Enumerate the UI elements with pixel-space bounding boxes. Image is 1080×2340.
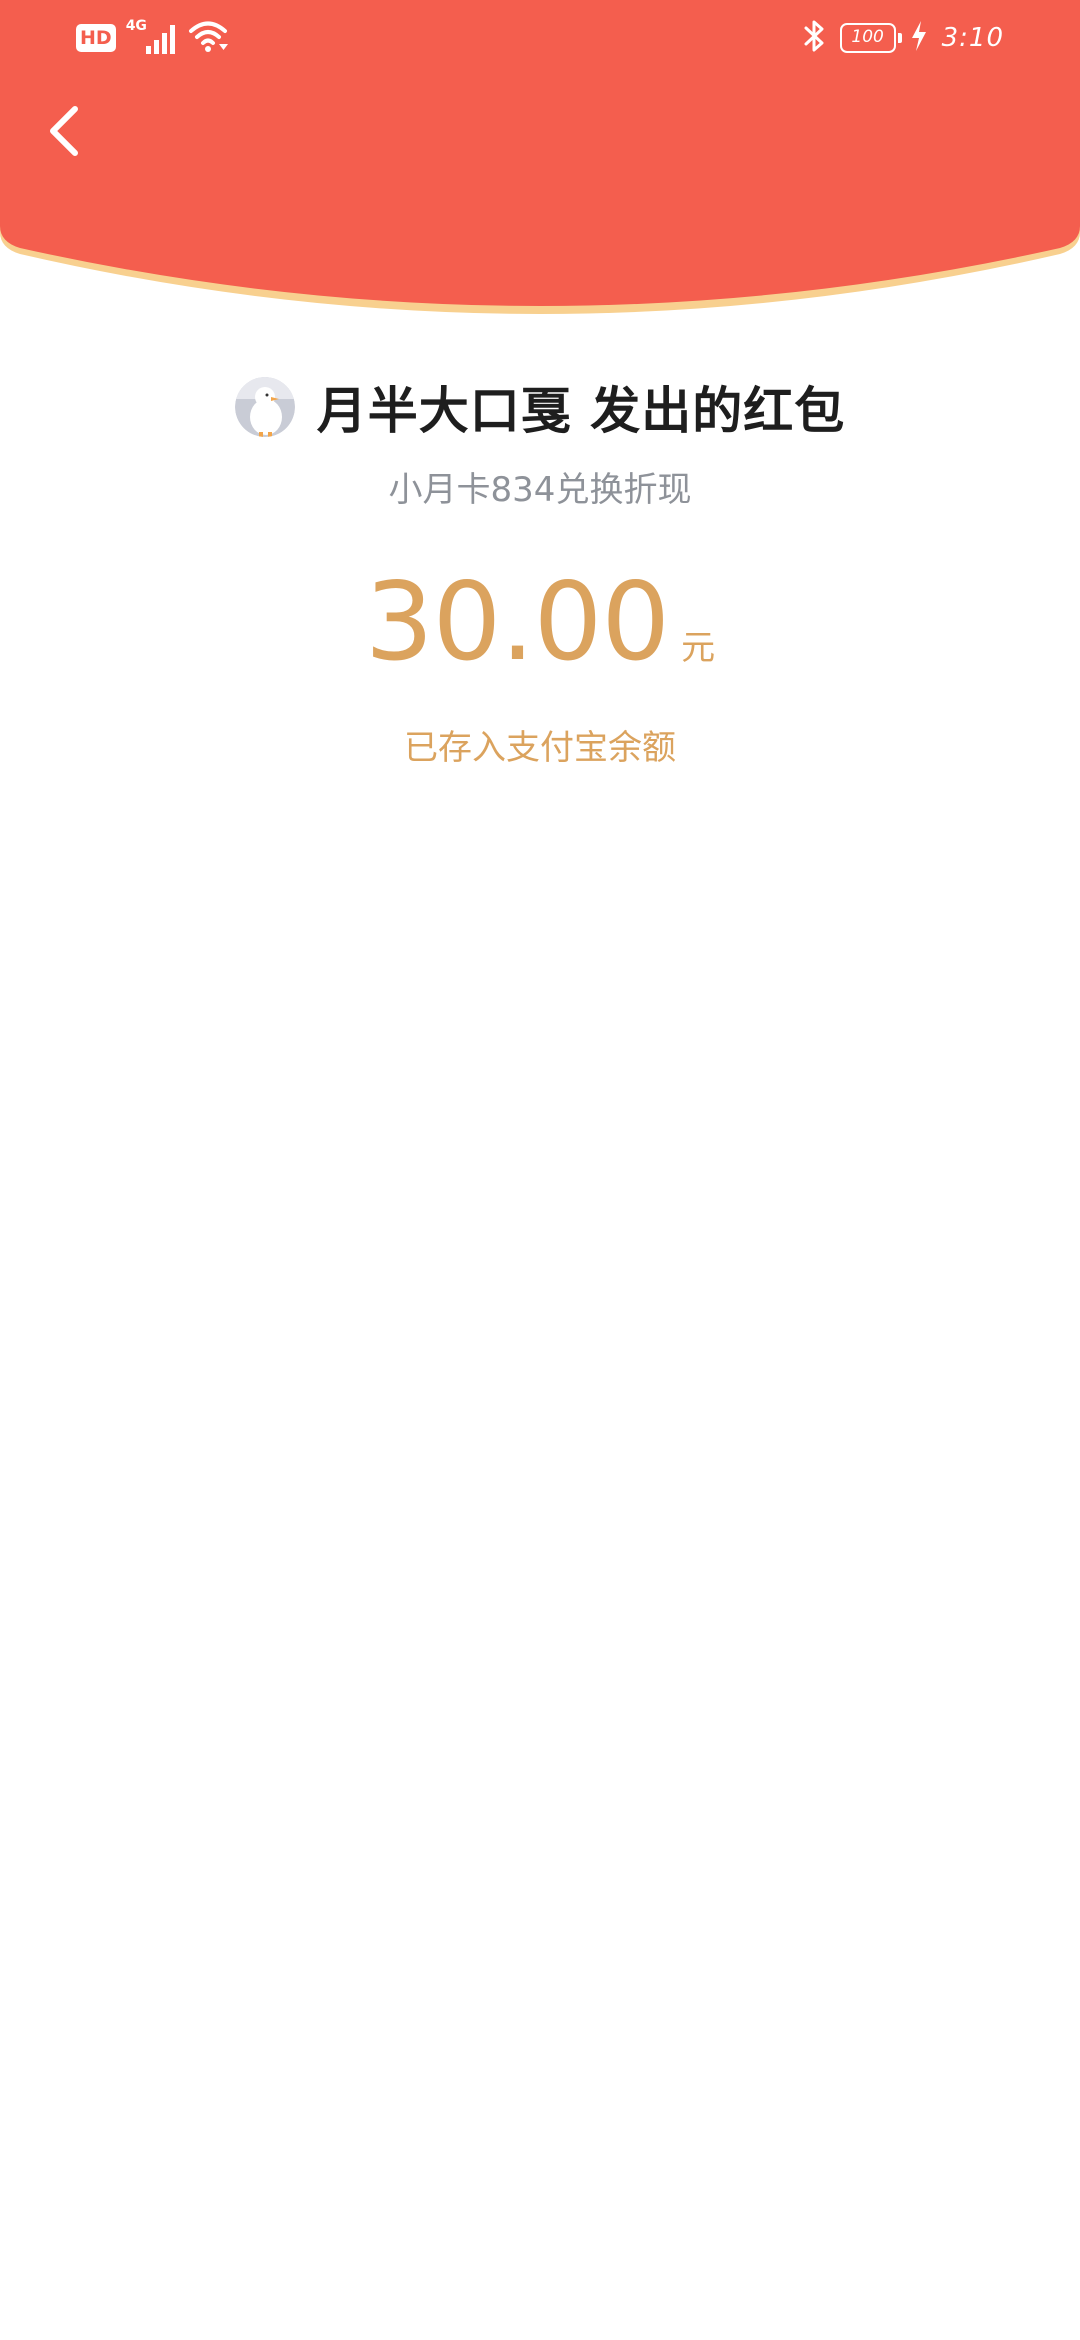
charging-icon (910, 20, 928, 56)
signal-icon: 4G (126, 18, 178, 56)
back-button[interactable] (30, 96, 100, 166)
battery-tip (897, 33, 902, 43)
red-packet-subtitle: 小月卡834兑换折现 (388, 470, 692, 510)
sender-avatar[interactable] (234, 377, 295, 437)
battery-icon: 100 (839, 23, 902, 53)
amount-row: 30.00 元 (0, 560, 1080, 685)
battery-level: 100 (851, 27, 884, 47)
hd-badge: HD (76, 24, 116, 52)
amount-value: 30.00 (364, 560, 670, 685)
deposit-status-link[interactable]: 已存入支付宝余额 (0, 720, 1080, 769)
wifi-icon (188, 18, 230, 58)
status-left-group: HD 4G (76, 18, 230, 58)
status-bar: HD 4G 100 3:10 (0, 0, 1080, 72)
chevron-left-icon (50, 106, 78, 156)
amount-unit: 元 (681, 628, 716, 668)
status-right-group: 100 3:10 (802, 18, 1004, 58)
sender-row: 月半大口戛 发出的红包 (0, 372, 1080, 442)
red-packet-detail-page: HD 4G 100 3:10 月半大口戛 发出的红包 小月卡834兑换折现 30… (0, 0, 1080, 2340)
clock-time: 3:10 (941, 23, 1004, 53)
sender-title: 月半大口戛 发出的红包 (316, 382, 846, 440)
bluetooth-icon (802, 18, 826, 58)
